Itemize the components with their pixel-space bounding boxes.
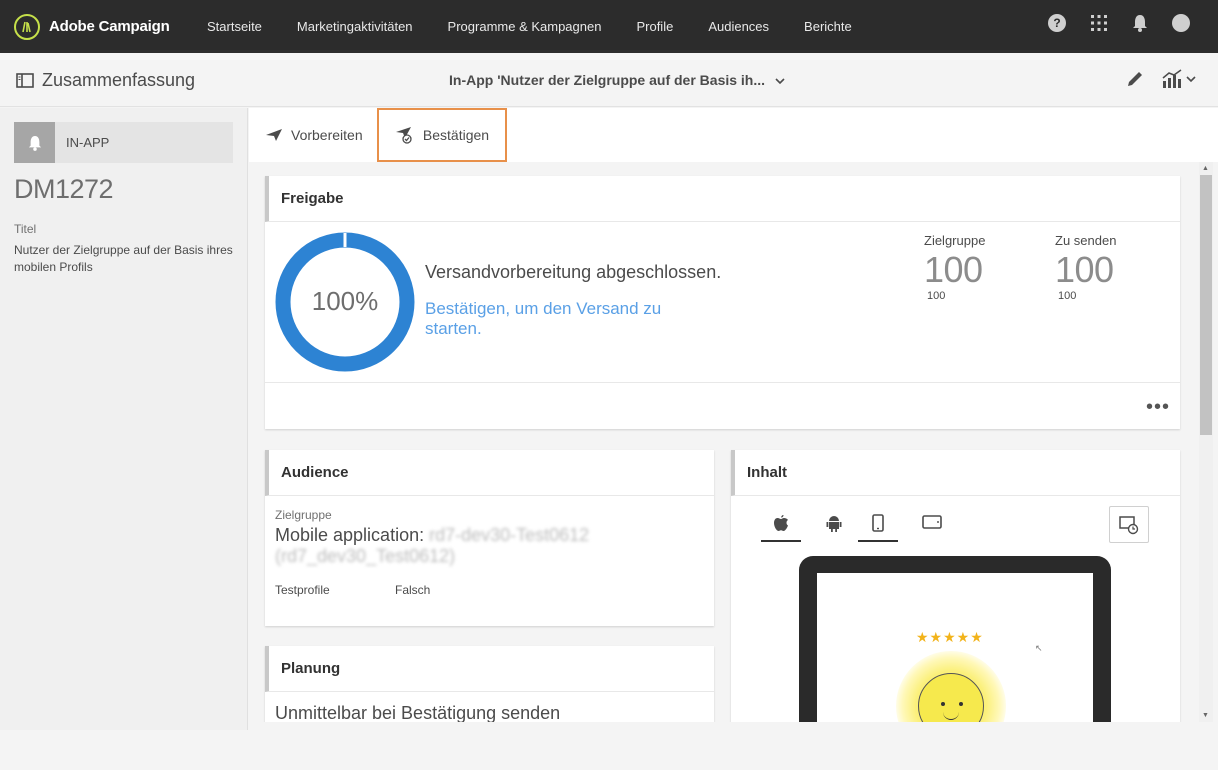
approval-card: Freigabe 100% Versandvorbereitung abgesc… [265,176,1180,429]
nav-profile[interactable]: Profile [636,19,673,34]
confirm-label: Bestätigen [422,127,490,143]
top-icons: ? [1024,14,1190,32]
delivery-type-label: IN-APP [66,135,110,150]
stat-zielgruppe-value: 100 [924,249,983,290]
more-options-icon[interactable]: ••• [1146,396,1170,419]
app-name: Adobe Campaign [49,18,170,35]
progress-donut: 100% [275,232,415,372]
title-value: Nutzer der Zielgruppe auf der Basis ihre… [14,243,233,274]
stat-zu-senden: Zu senden 100 100 [1055,233,1116,302]
schedule-card: Planung Unmittelbar bei Bestätigung send… [265,646,714,722]
delivery-title: In-App 'Nutzer der Zielgruppe auf der Ba… [449,72,766,88]
stat-zu-senden-label: Zu senden [1055,233,1117,248]
prepare-button[interactable]: Vorbereiten [265,108,363,162]
paper-plane-icon [266,129,282,141]
progress-percent: 100% [312,286,379,316]
device-tabs [761,512,1081,542]
delivery-type-badge: IN-APP [14,122,233,163]
app-logo[interactable]: Adobe Campaign [14,13,207,40]
target-value: Mobile application: rd7-dev30-Test0612 (… [275,525,695,567]
cards-scroll-area[interactable]: Freigabe 100% Versandvorbereitung abgesc… [249,162,1218,722]
user-avatar-icon[interactable] [1172,14,1190,32]
adobe-campaign-logo-icon [14,13,40,40]
preview-icon [1119,515,1139,534]
preview-button[interactable] [1109,506,1149,543]
confirm-button[interactable]: Bestätigen [377,108,507,162]
panel-toggle-icon [16,73,34,88]
preview-screen: ★★★★★ ↖ [817,573,1093,722]
edit-pencil-icon[interactable] [1125,69,1145,94]
apple-icon[interactable] [761,512,801,542]
smiley-eye-left [941,702,945,706]
stat-zielgruppe-sub: 100 [927,290,946,302]
content-card-title: Inhalt [731,450,1180,496]
stat-zielgruppe-label: Zielgruppe [924,233,986,248]
stat-zielgruppe: Zielgruppe 100 100 [924,233,985,302]
apps-grid-icon[interactable] [1090,14,1108,32]
summary-panel: IN-APP DM1272 Titel Nutzer der Zielgrupp… [0,108,248,730]
chevron-down-icon [775,72,785,88]
delivery-title-dropdown[interactable]: In-App 'Nutzer der Zielgruppe auf der Ba… [449,72,785,88]
confirm-send-icon [395,127,412,144]
rating-stars: ★★★★★ [916,629,984,645]
top-navigation-bar: Adobe Campaign Startseite Marketingaktiv… [0,0,1218,53]
smiley-mouth [943,712,959,720]
phone-icon[interactable] [858,512,898,542]
nav-programme-kampagnen[interactable]: Programme & Kampagnen [448,19,602,34]
confirm-to-start-link[interactable]: Bestätigen, um den Versand zu starten. [425,299,695,339]
target-prefix: Mobile application: [275,525,430,545]
delivery-code: DM1272 [14,174,114,204]
smiley-face [918,673,984,722]
bell-icon[interactable] [1132,14,1148,32]
title-label: Titel [14,222,37,236]
main-content: Vorbereiten Bestätigen Freigabe 100% Ver… [249,108,1218,722]
nav-berichte[interactable]: Berichte [804,19,852,34]
main-nav: Startseite Marketingaktivitäten Programm… [207,19,887,34]
card-divider [265,382,1180,383]
nav-audiences[interactable]: Audiences [708,19,769,34]
schedule-value: Unmittelbar bei Bestätigung senden [275,703,561,722]
scroll-thumb[interactable] [1200,175,1212,435]
reports-chart-icon[interactable] [1161,69,1197,94]
bell-icon [14,122,55,163]
audience-card-title: Audience [265,450,714,496]
smiley-sun-image [896,651,1006,722]
nav-startseite[interactable]: Startseite [207,19,262,34]
stat-zu-senden-sub: 100 [1058,290,1077,302]
testprofile-label: Testprofile [275,583,330,597]
action-bar: Vorbereiten Bestätigen [249,108,1218,162]
summary-toggle[interactable]: Zusammenfassung [16,70,195,91]
content-card: Inhalt ★★★★★ ↖ [731,450,1180,722]
testprofile-value: Falsch [395,583,431,597]
page-header: Zusammenfassung In-App 'Nutzer der Zielg… [0,53,1218,107]
schedule-card-title: Planung [265,646,714,692]
scroll-down-arrow-icon[interactable]: ▼ [1202,712,1209,719]
prepare-label: Vorbereiten [291,127,363,143]
mouse-cursor-icon: ↖ [1035,643,1043,653]
smiley-eye-right [959,702,963,706]
nav-marketingaktivitaeten[interactable]: Marketingaktivitäten [297,19,413,34]
preparation-status: Versandvorbereitung abgeschlossen. [425,262,722,282]
scroll-up-arrow-icon[interactable]: ▲ [1202,165,1209,172]
bottom-strip [0,730,1218,770]
help-icon[interactable]: ? [1048,14,1066,32]
stat-zu-senden-value: 100 [1055,249,1114,290]
tablet-preview: ★★★★★ ↖ [799,556,1111,722]
target-label: Zielgruppe [275,508,332,522]
audience-card: Audience Zielgruppe Mobile application: … [265,450,714,626]
tablet-landscape-icon[interactable] [912,512,952,542]
page-title: Zusammenfassung [42,70,196,90]
android-icon[interactable] [814,512,854,542]
approval-card-title: Freigabe [265,176,1180,222]
vertical-scrollbar[interactable]: ▲ ▼ [1199,162,1213,722]
